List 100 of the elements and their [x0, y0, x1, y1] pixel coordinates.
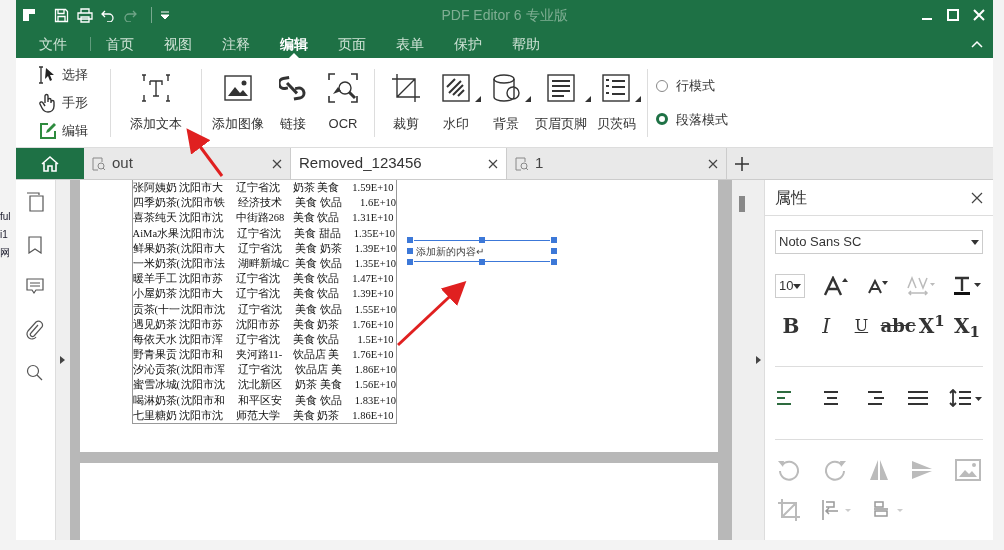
table-cell-text: 沈阳市大 — [178, 181, 224, 195]
mode-tool-button[interactable]: 选择 — [38, 62, 104, 87]
table-cell-text: 美食 饮品 — [292, 332, 341, 347]
tab-label: Removed_123456 — [299, 153, 422, 174]
table-cell-text: 1.5E+10 — [356, 332, 394, 347]
table-cell-text: 美食 甜品 — [294, 226, 342, 241]
paperclip-icon[interactable] — [26, 320, 45, 340]
decrease-font-icon[interactable] — [867, 278, 890, 294]
annotation-arrow — [396, 280, 467, 347]
comment-icon[interactable] — [26, 278, 45, 296]
radio-label: 段落模式 — [676, 110, 728, 129]
table-cell-text: 沈阳市和 — [178, 348, 224, 363]
close-icon[interactable] — [488, 158, 498, 169]
home-icon — [41, 154, 59, 173]
home-tab[interactable] — [16, 148, 84, 179]
mode-tool-button[interactable]: 编辑 — [38, 118, 104, 143]
table-cell-text: 一米奶茶( — [132, 256, 181, 271]
table-cell-text: 中街路268 — [235, 211, 286, 226]
italic-button[interactable]: I — [810, 312, 843, 340]
toolbar-button[interactable]: 裁剪 — [381, 71, 431, 134]
table-cell-text: 1.55E+10 — [353, 302, 397, 317]
table-cell-text: 辽宁省沈 — [235, 272, 281, 287]
background-text: 网 — [0, 246, 11, 260]
window-title: PDF Editor 6 专业版 — [440, 5, 569, 25]
table-cell-text: 和平区安 — [238, 393, 284, 408]
page-search-icon — [515, 156, 529, 171]
close-icon[interactable] — [272, 158, 282, 169]
maximize-icon[interactable] — [947, 9, 959, 21]
table-cell-text: 喜茶纯天 — [132, 211, 178, 226]
table-cell-text: 湖畔新城C — [238, 256, 291, 271]
menu-tab[interactable]: 保护 — [439, 30, 497, 58]
expand-panel-icon[interactable] — [60, 356, 66, 364]
table-cell-text: 辽宁省沈 — [235, 332, 281, 347]
text-color-icon[interactable] — [953, 276, 984, 296]
bold-button[interactable]: B — [775, 312, 807, 340]
super-button[interactable]: X$^{1}$ — [915, 312, 948, 340]
table-cell-text: 每依天水 — [132, 332, 178, 347]
table-cell-text: 沈阳市浑 — [181, 363, 227, 378]
search-icon[interactable] — [26, 364, 45, 382]
menu-tab[interactable]: 首页 — [91, 30, 149, 58]
font-dropdown[interactable]: Noto Sans SC — [775, 230, 983, 254]
radio-button[interactable] — [656, 113, 668, 126]
toolbar-button[interactable]: 链接 — [268, 71, 318, 134]
toolbar-button[interactable]: 背景 — [481, 71, 531, 134]
undo-icon[interactable] — [101, 8, 115, 22]
underline-button[interactable]: U — [845, 312, 878, 340]
sub-button[interactable]: X$_{1}$ — [950, 312, 983, 340]
increase-font-icon[interactable] — [823, 276, 850, 296]
dropdown-arrow-icon[interactable] — [525, 95, 531, 102]
table-cell-text: 1.76E+10 — [351, 348, 394, 363]
expand-panel-icon[interactable] — [755, 356, 761, 364]
mode-tool-button[interactable]: 手形 — [38, 90, 104, 115]
dropdown-arrow-icon[interactable] — [585, 95, 591, 102]
resize-handle[interactable] — [478, 237, 485, 243]
customize-menu-icon[interactable] — [160, 10, 170, 20]
radio-label: 行模式 — [676, 77, 715, 95]
radio-option[interactable]: 行模式 — [656, 76, 728, 96]
edit-icon — [38, 121, 58, 140]
table-cell-text: 奶茶 美食 — [295, 377, 343, 393]
tab-label: out — [112, 153, 133, 174]
table-cell-text: 美食 饮品 — [295, 393, 343, 408]
strike-button[interactable]: abc — [880, 312, 913, 340]
line-spacing-icon[interactable] — [949, 389, 983, 407]
scrollbar-thumb[interactable] — [739, 196, 746, 212]
toolbar-button[interactable]: 水印 — [431, 71, 481, 134]
toolbar-button[interactable]: OCR — [318, 71, 368, 134]
document-tab[interactable]: Removed_123456 — [291, 148, 507, 179]
magnifier-scan-icon — [328, 71, 358, 104]
table-cell-text: 1.35E+10 — [353, 256, 397, 271]
app-logo-icon — [22, 8, 36, 22]
menu-tab[interactable]: 文件 — [16, 30, 90, 58]
print-icon[interactable] — [77, 7, 93, 23]
text-box[interactable]: 添加新的内容↵ — [409, 240, 554, 262]
resize-handle[interactable] — [478, 259, 485, 265]
table-cell-text: 1.86E+10 — [351, 408, 394, 423]
toolbar-button[interactable]: 添加文本 — [117, 71, 195, 134]
close-icon[interactable] — [971, 191, 983, 204]
bookmark-icon[interactable] — [28, 236, 43, 254]
close-icon[interactable] — [708, 158, 718, 169]
table-cell-text: 沈北新区 — [238, 378, 284, 393]
table-cell-text: 张阿姨奶 — [132, 181, 178, 195]
save-icon[interactable] — [54, 7, 69, 23]
annotation-arrow — [186, 128, 224, 177]
dropdown-arrow-icon[interactable] — [635, 95, 641, 102]
table-cell-text: 1.39E+10 — [351, 287, 394, 302]
table-cell-text: 1.76E+10 — [351, 317, 394, 332]
toolbar-button[interactable]: 页眉页脚 — [531, 71, 591, 134]
menu-tab[interactable]: 表单 — [381, 30, 439, 58]
toolbar-button[interactable]: 贝茨码 — [591, 71, 641, 134]
font-size-dropdown[interactable]: 10 — [775, 274, 806, 298]
radio-option[interactable]: 段落模式 — [656, 109, 728, 129]
menu-tab[interactable]: 视图 — [149, 30, 207, 58]
table-cell-text: 饮品店 美 — [295, 362, 343, 378]
pages-icon[interactable] — [26, 192, 45, 212]
menu-tab[interactable]: 注释 — [207, 30, 265, 58]
collapse-ribbon-icon[interactable] — [971, 40, 983, 48]
toolbar-button[interactable]: 添加图像 — [208, 71, 268, 134]
menu-tab[interactable]: 帮助 — [497, 30, 555, 58]
dropdown-arrow-icon[interactable] — [475, 95, 481, 102]
menu-tab[interactable]: 页面 — [323, 30, 381, 58]
